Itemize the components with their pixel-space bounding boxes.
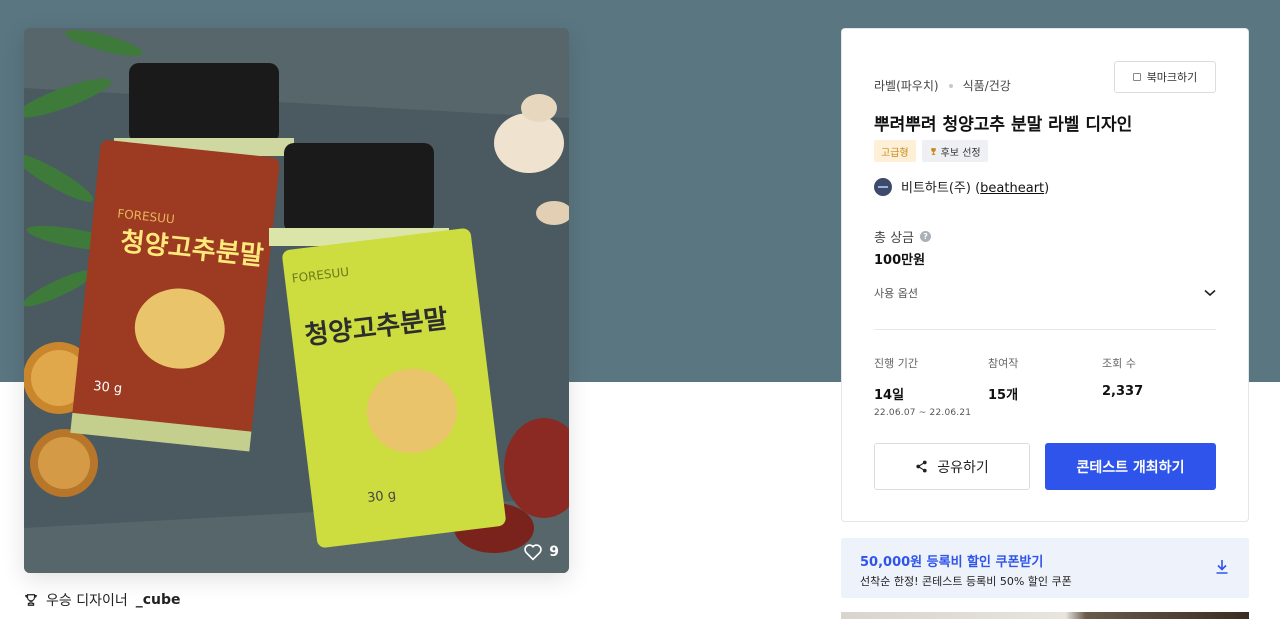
contest-detail-card: 라벨(파우치) 식품/건강 북마크하기 뿌려뿌려 청양고추 분말 라벨 디자인 … — [841, 28, 1249, 522]
prize-value: 100만원 — [874, 253, 926, 268]
coupon-subtitle: 선착순 한정! 콘테스트 등록비 50% 할인 쿠폰 — [860, 575, 1072, 588]
divider — [874, 329, 1216, 330]
heart-icon — [524, 544, 543, 561]
views-label: 조회 수 — [1102, 357, 1136, 370]
subcategory-label[interactable]: 식품/건강 — [963, 77, 1011, 94]
views-value: 2,337 — [1102, 384, 1144, 399]
participants-value: 15개 — [988, 388, 1019, 403]
contest-owner: 비트하트(주) (beatheart) — [874, 177, 1049, 196]
trophy-icon — [25, 594, 37, 606]
options-dropdown[interactable]: 사용 옵션 — [874, 285, 1216, 301]
period-value: 14일 — [874, 388, 905, 403]
like-button[interactable]: 9 — [523, 543, 559, 561]
bookmark-icon — [1132, 73, 1141, 81]
share-button[interactable]: 공유하기 — [874, 443, 1030, 490]
trophy-icon — [930, 147, 936, 155]
winner-designer: 우승 디자이너 _cube — [24, 590, 181, 610]
badge-list: 고급형 후보 선정 — [874, 140, 988, 162]
separator-dot — [948, 83, 953, 88]
next-thumbnail-strip — [841, 612, 1249, 619]
product-image[interactable]: FORESUU 청양고추분말 30 g FORESUU 청양고추분말 30 g … — [24, 28, 569, 573]
host-contest-button[interactable]: 콘테스트 개최하기 — [1045, 443, 1216, 490]
coupon-title: 50,000원 등록비 할인 쿠폰받기 — [860, 555, 1044, 570]
stat-views: 조회 수 2,337 — [1102, 355, 1143, 399]
prize-label-text: 총 상금 — [874, 231, 915, 246]
chevron-down-icon — [1204, 289, 1216, 297]
share-label: 공유하기 — [937, 459, 989, 476]
options-label: 사용 옵션 — [874, 287, 918, 300]
prize-label: 총 상금 ? — [874, 227, 932, 246]
like-count: 9 — [549, 544, 559, 560]
breadcrumb: 라벨(파우치) 식품/건강 — [874, 77, 1011, 94]
category-label[interactable]: 라벨(파우치) — [874, 77, 939, 94]
owner-handle-link[interactable]: beatheart — [980, 181, 1044, 196]
period-range: 22.06.07 ~ 22.06.21 — [874, 408, 972, 418]
premium-badge: 고급형 — [874, 140, 916, 162]
bookmark-label: 북마크하기 — [1146, 71, 1198, 84]
coupon-banner[interactable]: 50,000원 등록비 할인 쿠폰받기 선착순 한정! 콘테스트 등록비 50%… — [841, 538, 1249, 598]
bookmark-button[interactable]: 북마크하기 — [1114, 61, 1216, 93]
candidate-badge: 후보 선정 — [921, 140, 988, 162]
stat-period: 진행 기간 14일 22.06.07 ~ 22.06.21 — [874, 355, 971, 418]
owner-name: 비트하트(주) — [901, 181, 971, 196]
period-label: 진행 기간 — [874, 357, 918, 370]
download-icon[interactable] — [1215, 559, 1229, 575]
participants-label: 참여작 — [988, 357, 1019, 370]
stat-participants: 참여작 15개 — [988, 355, 1018, 403]
svg-text:30 g: 30 g — [92, 379, 122, 397]
candidate-badge-label: 후보 선정 — [940, 147, 981, 159]
share-icon — [916, 460, 927, 473]
winner-name[interactable]: _cube — [136, 592, 181, 608]
winner-prefix: 우승 디자이너 — [46, 593, 128, 609]
help-icon[interactable]: ? — [920, 231, 932, 242]
product-photo: FORESUU 청양고추분말 30 g FORESUU 청양고추분말 30 g — [24, 28, 569, 573]
owner-paren-close: ) — [1044, 181, 1050, 196]
owner-avatar — [874, 177, 892, 196]
contest-title: 뿌려뿌려 청양고추 분말 라벨 디자인 — [874, 115, 1133, 135]
